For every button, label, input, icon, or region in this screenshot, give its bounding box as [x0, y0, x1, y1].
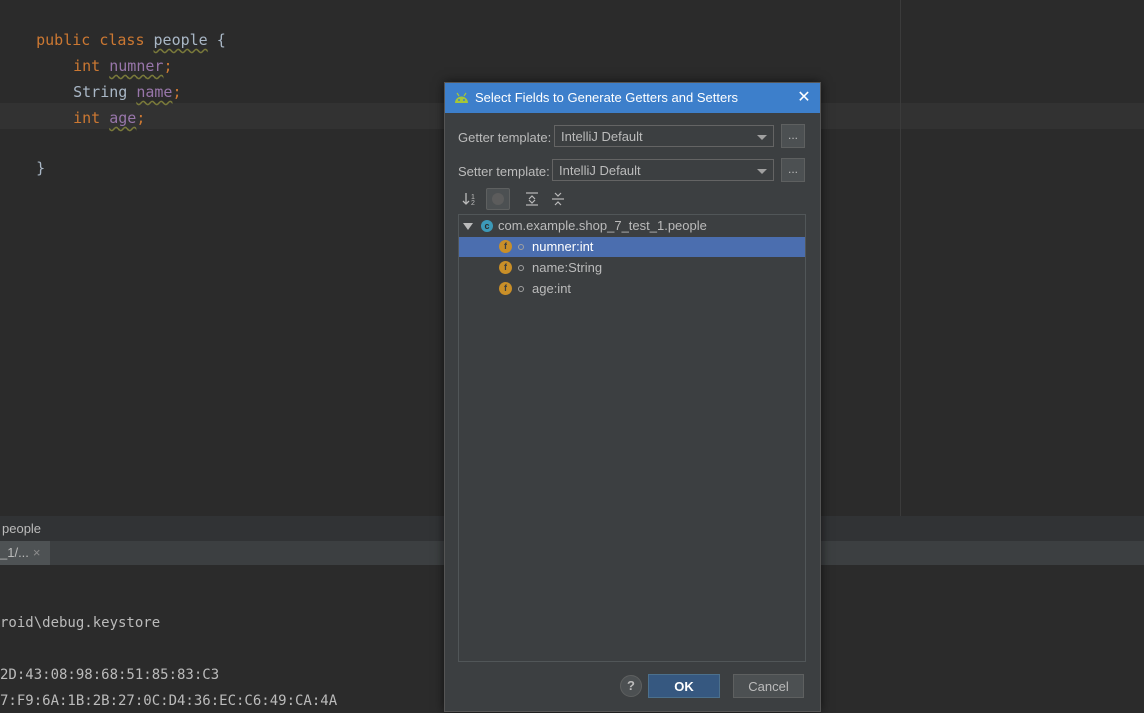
right-margin-guide	[900, 0, 901, 516]
tree-node-label: name:String	[532, 260, 603, 275]
breadcrumb-item[interactable]: people	[2, 516, 41, 541]
field-icon: f	[499, 282, 512, 295]
tree-node-field-age[interactable]: f age:int	[459, 279, 805, 299]
cancel-button[interactable]: Cancel	[733, 674, 804, 698]
dialog-titlebar[interactable]: Select Fields to Generate Getters and Se…	[445, 83, 820, 113]
tree-node-label: com.example.shop_7_test_1.people	[498, 218, 707, 233]
generate-getters-setters-dialog: Select Fields to Generate Getters and Se…	[444, 82, 821, 712]
class-icon: c	[481, 220, 493, 232]
chevron-down-icon	[757, 169, 767, 174]
package-private-icon	[518, 286, 524, 292]
help-button[interactable]: ?	[620, 675, 642, 697]
chevron-down-icon	[757, 135, 767, 140]
field-icon: f	[499, 261, 512, 274]
close-icon[interactable]: ×	[33, 545, 41, 560]
getter-template-label: Getter template:	[458, 130, 552, 145]
show-visibility-button[interactable]	[486, 188, 510, 210]
tree-node-field-name[interactable]: f name:String	[459, 258, 805, 278]
ok-button[interactable]: OK	[648, 674, 720, 698]
android-icon	[455, 92, 468, 103]
field-icon: f	[499, 240, 512, 253]
expand-arrow-icon[interactable]	[463, 223, 473, 230]
console-line: 7:F9:6A:1B:2B:27:0C:D4:36:EC:C6:49:CA:4A	[0, 693, 338, 709]
svg-text:2: 2	[471, 200, 475, 207]
setter-template-label: Setter template:	[458, 164, 550, 179]
code-line-class-decl[interactable]: public class people {	[0, 1, 226, 49]
tree-node-label: numner:int	[532, 239, 594, 254]
sort-alphabetically-button[interactable]: 1 2	[460, 188, 484, 210]
code-line-field-numner[interactable]: int numner;	[37, 27, 172, 75]
code-line-field-age[interactable]: int age;	[37, 79, 145, 127]
tree-node-label: age:int	[532, 281, 572, 296]
run-tab[interactable]: _1/... ×	[0, 541, 50, 565]
setter-template-select[interactable]: IntelliJ Default	[552, 159, 774, 181]
package-private-icon	[518, 265, 524, 271]
collapse-all-button[interactable]	[546, 188, 570, 210]
sort-icon: 1 2	[462, 193, 475, 207]
dialog-title: Select Fields to Generate Getters and Se…	[475, 90, 739, 105]
fields-tree[interactable]: c com.example.shop_7_test_1.people f num…	[458, 214, 806, 662]
console-line: 2D:43:08:98:68:51:85:83:C3	[0, 667, 220, 683]
setter-template-edit-button[interactable]: ...	[781, 158, 805, 182]
tree-node-class[interactable]: c com.example.shop_7_test_1.people	[459, 216, 805, 236]
close-button[interactable]: ✕	[794, 88, 814, 108]
code-line-field-name[interactable]: String name;	[37, 53, 181, 101]
collapse-all-icon	[552, 192, 564, 206]
console-line: roid\debug.keystore	[0, 615, 161, 631]
tree-node-field-numner[interactable]: f numner:int	[459, 237, 805, 257]
run-tab-label: _1/...	[0, 545, 29, 560]
package-private-icon	[518, 244, 524, 250]
visibility-icon	[492, 193, 504, 205]
code-line-close-brace[interactable]: }	[0, 129, 45, 177]
expand-all-icon	[526, 192, 538, 206]
getter-template-edit-button[interactable]: ...	[781, 124, 805, 148]
expand-all-button[interactable]	[520, 188, 544, 210]
getter-template-select[interactable]: IntelliJ Default	[554, 125, 774, 147]
